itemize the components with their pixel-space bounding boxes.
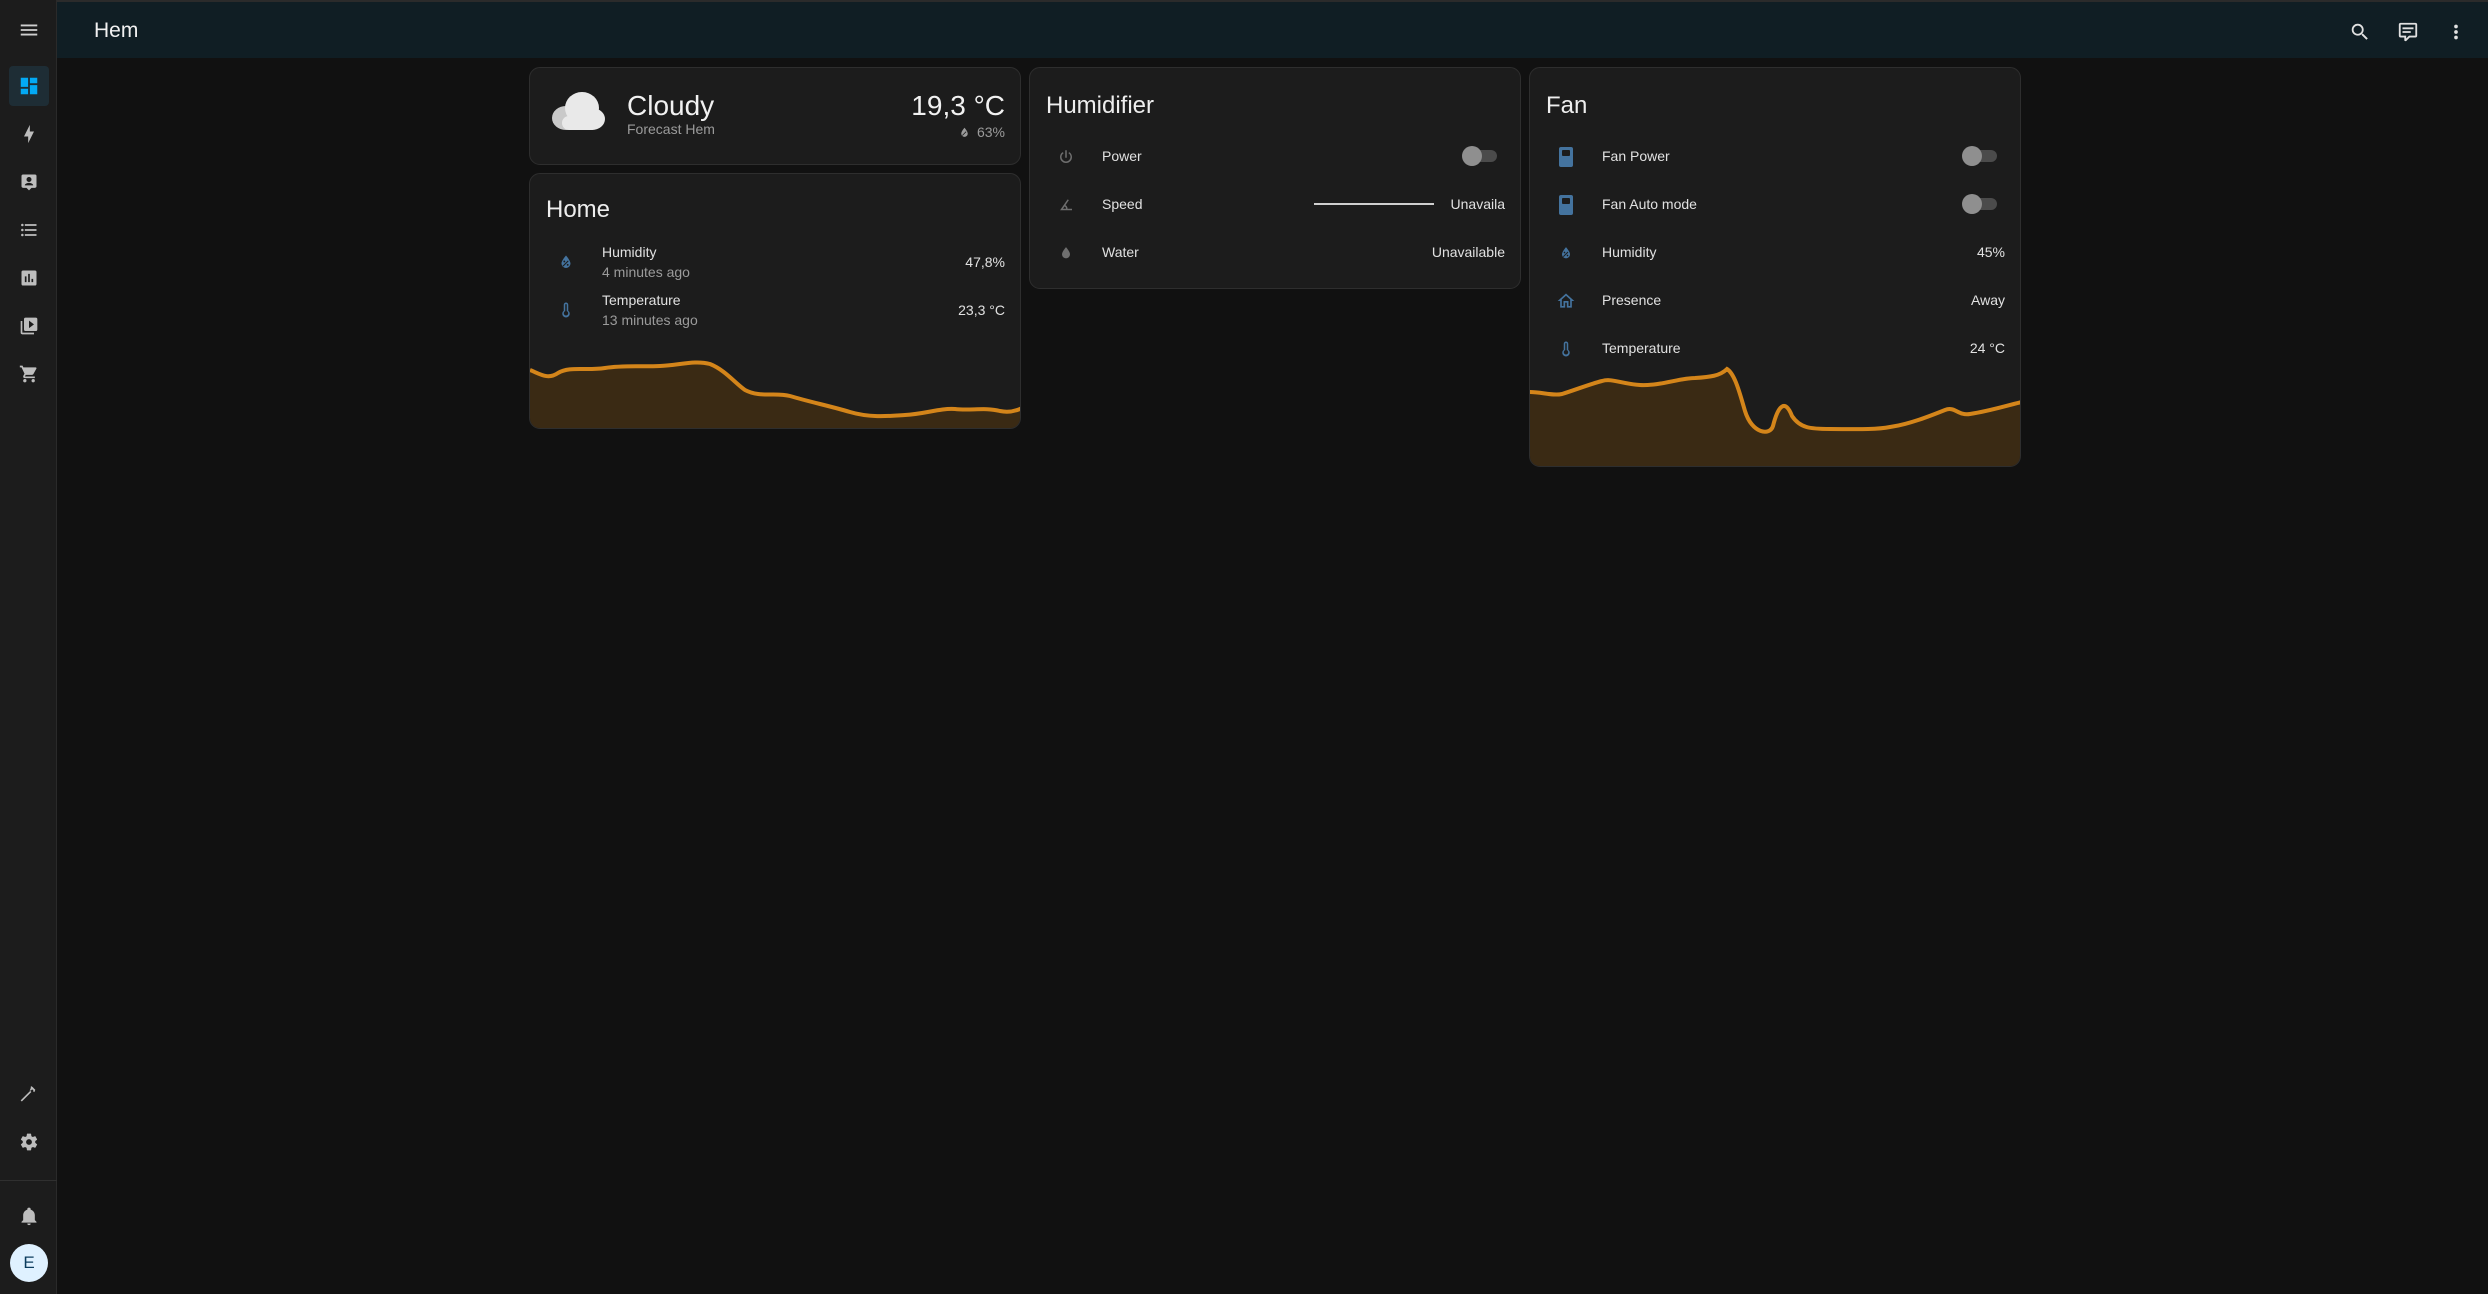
weather-forecast-card[interactable]: Cloudy Forecast Hem 19,3 °C 63% bbox=[529, 67, 1021, 165]
page-title: Hem bbox=[94, 19, 139, 42]
sidebar-item-shopping-list[interactable] bbox=[9, 354, 49, 394]
fan-device-icon bbox=[1552, 143, 1580, 171]
fan-power-label: Fan Power bbox=[1602, 148, 1670, 164]
humidity-drop-icon bbox=[961, 127, 968, 137]
sidebar-divider bbox=[0, 1180, 57, 1181]
weather-humidity-value: 63% bbox=[976, 124, 1005, 140]
home-temperature-updated: 13 minutes ago bbox=[602, 312, 698, 328]
settings-icon bbox=[20, 1133, 38, 1151]
fan-temperature-graph bbox=[1530, 366, 2020, 466]
fan-auto-mode-toggle[interactable] bbox=[1962, 194, 2000, 214]
fan-power-toggle[interactable] bbox=[1962, 146, 2000, 166]
fan-card-title: Fan bbox=[1546, 92, 1588, 119]
dots-vertical-icon bbox=[2454, 24, 2458, 40]
humidifier-speed-label: Speed bbox=[1102, 196, 1143, 212]
home-humidity-label: Humidity bbox=[602, 244, 657, 260]
thermometer-icon bbox=[552, 296, 580, 324]
search-button[interactable] bbox=[2342, 14, 2378, 50]
weather-temperature: 19,3 °C bbox=[911, 90, 1005, 121]
angle-acute-icon bbox=[1052, 191, 1080, 219]
overflow-menu-button[interactable] bbox=[2438, 14, 2474, 50]
menu-toggle-button[interactable] bbox=[9, 10, 49, 50]
thermometer-icon bbox=[1552, 335, 1580, 363]
sidebar-item-history[interactable] bbox=[9, 258, 49, 298]
sidebar-item-logbook[interactable] bbox=[9, 210, 49, 250]
sidebar-item-map[interactable] bbox=[9, 162, 49, 202]
sidebar-item-developer-tools[interactable] bbox=[9, 1074, 49, 1114]
sidebar-item-notifications[interactable] bbox=[9, 1196, 49, 1236]
home-temperature-value: 23,3 °C bbox=[958, 302, 1005, 318]
home-outline-icon bbox=[1552, 287, 1580, 315]
fan-presence-label: Presence bbox=[1602, 292, 1662, 308]
home-humidity-value: 47,8% bbox=[965, 254, 1005, 270]
humidifier-speed-value: Unavaila bbox=[1450, 196, 1505, 212]
sidebar-item-overview[interactable] bbox=[9, 66, 49, 106]
humidifier-card: Humidifier Power Speed Unavaila Water Un… bbox=[1029, 67, 1521, 289]
cloudy-icon bbox=[552, 92, 605, 130]
home-humidity-updated: 4 minutes ago bbox=[602, 264, 690, 280]
humidifier-water-label: Water bbox=[1102, 244, 1139, 260]
fan-temperature-value: 24 °C bbox=[1969, 340, 2005, 356]
media-icon bbox=[20, 317, 38, 335]
humidifier-speed-slider[interactable] bbox=[1314, 203, 1434, 205]
history-icon bbox=[21, 270, 37, 286]
notifications-icon bbox=[21, 1207, 37, 1226]
map-icon bbox=[21, 174, 37, 191]
logbook-icon bbox=[21, 223, 37, 237]
humidifier-water-value: Unavailable bbox=[1431, 244, 1505, 260]
energy-icon bbox=[24, 124, 34, 144]
home-card-title: Home bbox=[546, 196, 611, 223]
weather-condition: Cloudy bbox=[627, 90, 715, 121]
dashboard-icon bbox=[20, 77, 38, 95]
menu-icon bbox=[20, 24, 38, 36]
fan-humidity-value: 45% bbox=[1976, 244, 2005, 260]
sidebar: E bbox=[0, 0, 57, 1294]
water-percent-icon bbox=[552, 248, 580, 276]
sidebar-item-media[interactable] bbox=[9, 306, 49, 346]
humidifier-card-title: Humidifier bbox=[1046, 92, 1155, 119]
humidifier-power-label: Power bbox=[1102, 148, 1142, 164]
assist-button[interactable] bbox=[2390, 14, 2426, 50]
humidifier-power-toggle[interactable] bbox=[1462, 146, 1500, 166]
developer-tools-icon bbox=[20, 1086, 36, 1102]
weather-humidity: 63% bbox=[958, 124, 1005, 140]
weather-forecast-label: Forecast Hem bbox=[627, 121, 715, 137]
search-icon bbox=[2351, 23, 2368, 40]
top-app-bar: Hem bbox=[0, 0, 2488, 58]
fan-card: Fan Fan Power Fan Auto mode Humidity 45%… bbox=[1529, 67, 2021, 467]
fan-humidity-label: Humidity bbox=[1602, 244, 1657, 260]
power-icon bbox=[1052, 143, 1080, 171]
shopping-cart-icon bbox=[19, 365, 37, 383]
fan-presence-value: Away bbox=[1971, 292, 2005, 308]
fan-temperature-label: Temperature bbox=[1602, 340, 1681, 356]
user-avatar[interactable]: E bbox=[10, 1244, 48, 1282]
fan-auto-device-icon bbox=[1552, 191, 1580, 219]
sidebar-item-energy[interactable] bbox=[9, 114, 49, 154]
comment-icon bbox=[2398, 22, 2418, 42]
home-card: Home Humidity 4 minutes ago 47,8% Temper… bbox=[529, 173, 1021, 429]
sidebar-item-settings[interactable] bbox=[9, 1122, 49, 1162]
fan-auto-mode-label: Fan Auto mode bbox=[1602, 196, 1697, 212]
home-temperature-label: Temperature bbox=[602, 292, 681, 308]
water-percent-icon bbox=[1552, 239, 1580, 267]
home-temperature-graph bbox=[530, 360, 1020, 428]
water-icon bbox=[1052, 239, 1080, 267]
